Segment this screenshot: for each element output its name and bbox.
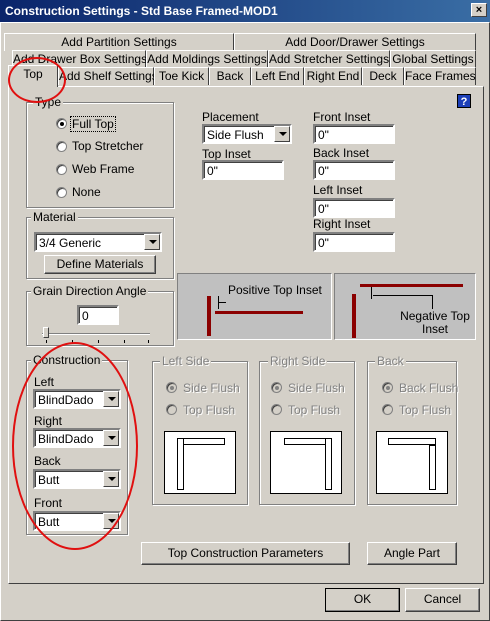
diagram-leader-line	[373, 295, 433, 296]
diagram-top-panel	[215, 311, 303, 314]
radio-back-flush[interactable]	[382, 382, 393, 393]
left-top-flush-label: Top Flush	[183, 403, 236, 417]
preview-side-panel	[429, 445, 436, 490]
radio-web-frame[interactable]	[56, 164, 67, 175]
preview-side-panel	[177, 438, 184, 490]
placement-select[interactable]: Side Flush	[202, 124, 292, 144]
title-bar: Construction Settings - Std Base Framed-…	[0, 0, 490, 22]
material-value: 3/4 Generic	[39, 236, 102, 250]
material-select[interactable]: 3/4 Generic	[34, 232, 162, 252]
back-inset-label: Back Inset	[313, 146, 370, 160]
positive-inset-diagram: Positive Top Inset	[177, 273, 332, 340]
positive-inset-label: Positive Top Inset	[228, 283, 322, 297]
diagram-leader-line	[432, 295, 433, 309]
diagram-dimension-line	[371, 287, 372, 299]
radio-right-side-flush[interactable]	[271, 382, 282, 393]
tab-back[interactable]: Back	[209, 67, 251, 85]
negative-inset-diagram: Negative Top Inset	[334, 273, 476, 340]
tab-face-frames[interactable]: Face Frames	[404, 67, 476, 85]
tab-add-partition-settings[interactable]: Add Partition Settings	[4, 33, 234, 51]
diagram-side-panel	[352, 294, 356, 338]
radio-left-top-flush[interactable]	[166, 404, 177, 415]
top-inset-label: Top Inset	[202, 147, 251, 161]
right-top-flush-label: Top Flush	[288, 403, 341, 417]
angle-part-button[interactable]: Angle Part	[367, 542, 457, 565]
define-materials-button[interactable]: Define Materials	[44, 255, 156, 274]
top-inset-input[interactable]: 0"	[202, 160, 284, 180]
help-icon[interactable]: ?	[457, 94, 471, 108]
slider-tick	[148, 340, 149, 343]
back-preview	[376, 431, 448, 494]
slider-tick	[124, 340, 125, 343]
radio-none[interactable]	[56, 187, 67, 198]
left-inset-input[interactable]: 0"	[313, 198, 395, 218]
radio-back-top-flush[interactable]	[382, 404, 393, 415]
tab-add-stretcher-settings[interactable]: Add Stretcher Settings	[268, 50, 390, 68]
tab-right-end[interactable]: Right End	[304, 67, 362, 85]
annotation-circle-construction	[12, 342, 138, 550]
preview-top-panel	[388, 438, 436, 445]
chevron-down-icon[interactable]	[274, 126, 290, 142]
grain-slider-track[interactable]	[42, 333, 150, 335]
preview-side-panel	[325, 438, 332, 490]
material-group-label: Material	[31, 210, 78, 224]
slider-tick	[46, 340, 47, 343]
diagram-side-panel	[207, 296, 211, 336]
radio-full-top[interactable]	[56, 118, 67, 129]
left-side-preview	[164, 431, 236, 494]
placement-value: Side Flush	[207, 128, 264, 142]
tab-global-settings[interactable]: Global Settings	[390, 50, 476, 68]
grain-slider-thumb[interactable]	[43, 327, 49, 338]
ok-button[interactable]: OK	[325, 588, 400, 612]
placement-label: Placement	[202, 110, 259, 124]
back-inset-input[interactable]: 0"	[313, 160, 395, 180]
back-group-label: Back	[375, 354, 406, 368]
preview-top-panel	[284, 438, 326, 445]
front-inset-input[interactable]: 0"	[313, 124, 395, 144]
left-inset-label: Left Inset	[313, 183, 363, 197]
radio-left-side-flush[interactable]	[166, 382, 177, 393]
diagram-top-panel	[360, 284, 463, 287]
close-button[interactable]: ×	[471, 3, 487, 17]
tab-add-door-drawer-settings[interactable]: Add Door/Drawer Settings	[234, 33, 476, 51]
window-title: Construction Settings - Std Base Framed-…	[5, 4, 278, 18]
slider-tick	[98, 340, 99, 343]
label-full-top[interactable]: Full Top	[70, 116, 116, 132]
diagram-leader-line	[218, 302, 226, 303]
right-side-preview	[270, 431, 342, 494]
label-top-stretcher[interactable]: Top Stretcher	[72, 139, 143, 153]
tab-add-shelf-settings[interactable]: Add Shelf Settings	[58, 67, 158, 85]
radio-right-top-flush[interactable]	[271, 404, 282, 415]
chevron-down-icon[interactable]	[144, 234, 160, 250]
top-construction-parameters-button[interactable]: Top Construction Parameters	[141, 542, 350, 565]
back-top-flush-label: Top Flush	[399, 403, 452, 417]
back-flush-label: Back Flush	[399, 381, 459, 395]
grain-angle-input[interactable]: 0	[77, 305, 119, 325]
right-side-flush-label: Side Flush	[288, 381, 345, 395]
right-inset-label: Right Inset	[313, 217, 371, 231]
left-side-flush-label: Side Flush	[183, 381, 240, 395]
cancel-button[interactable]: Cancel	[405, 588, 480, 612]
grain-direction-label: Grain Direction Angle	[31, 284, 149, 298]
right-inset-input[interactable]: 0"	[313, 232, 395, 252]
tab-left-end[interactable]: Left End	[251, 67, 304, 85]
left-side-label: Left Side	[160, 354, 212, 368]
tab-toe-kick[interactable]: Toe Kick	[154, 67, 209, 85]
radio-top-stretcher[interactable]	[56, 141, 67, 152]
label-none[interactable]: None	[72, 185, 101, 199]
right-side-label: Right Side	[268, 354, 328, 368]
tab-deck[interactable]: Deck	[362, 67, 404, 85]
negative-inset-label: Negative Top Inset	[400, 309, 470, 336]
front-inset-label: Front Inset	[313, 110, 371, 124]
label-web-frame[interactable]: Web Frame	[72, 162, 134, 176]
tab-add-moldings-settings[interactable]: Add Moldings Settings	[146, 50, 268, 68]
annotation-circle-top-tab	[8, 57, 66, 103]
preview-top-panel	[183, 438, 225, 445]
